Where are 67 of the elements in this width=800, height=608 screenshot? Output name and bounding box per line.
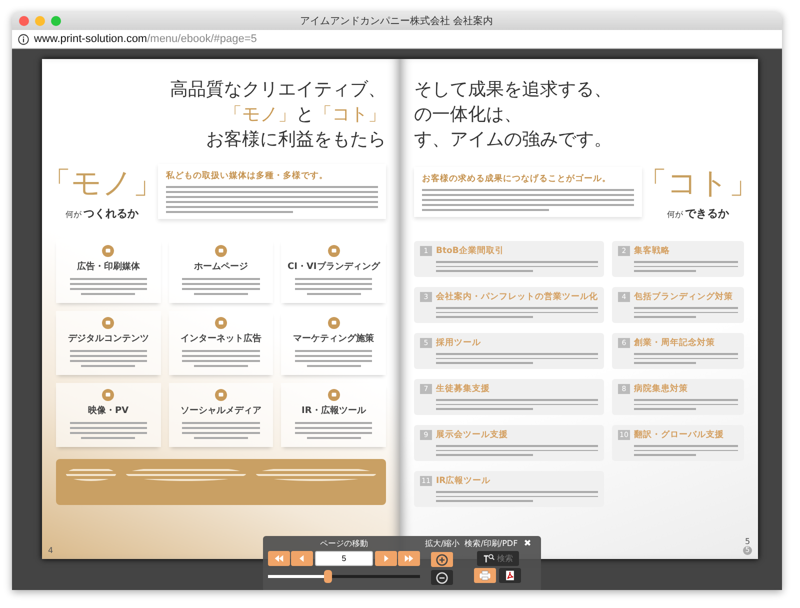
strength-title: 採用ツール xyxy=(436,337,481,349)
headline: そして成果を追求する、 の一体化は、 す、アイムの強みです。 xyxy=(414,78,613,152)
address-bar[interactable]: www.print-solution.com/menu/ebook/#page=5 xyxy=(12,30,782,49)
strength-title: 集客戦略 xyxy=(634,245,670,257)
text-search-icon xyxy=(482,554,495,563)
last-page-button[interactable] xyxy=(398,551,420,566)
question-text: 何が できるか xyxy=(667,206,729,221)
double-right-icon xyxy=(404,554,414,563)
headline: 高品質なクリエイティブ、 「モノ」と「コト」 お客様に利益をもたら xyxy=(169,78,386,152)
square-in-circle-icon xyxy=(100,317,116,329)
lead-title: お客様の求める成果につなげることがゴール。 xyxy=(422,172,612,184)
page-number-field[interactable]: 5 xyxy=(315,551,373,566)
pdf-document-icon xyxy=(504,570,516,581)
double-left-icon xyxy=(274,554,284,563)
zoom-out-button[interactable] xyxy=(431,570,454,585)
strength-title: 翻訳・グローバル支援 xyxy=(634,429,724,441)
square-in-circle-icon xyxy=(100,389,116,401)
strength-title: 病院集患対策 xyxy=(634,383,688,395)
square-in-circle-icon xyxy=(100,245,116,257)
service-title: マーケティング施策 xyxy=(293,332,374,345)
strength-title: IR広報ツール xyxy=(436,475,491,487)
plus-circle-icon xyxy=(436,554,448,566)
service-title: CI・VIブランディング xyxy=(288,260,380,273)
slider-handle[interactable] xyxy=(324,570,332,583)
strength-title: 包括ブランディング対策 xyxy=(634,291,733,303)
zoom-in-button[interactable] xyxy=(431,552,454,567)
printer-icon xyxy=(479,570,492,581)
service-title: ホームページ xyxy=(194,261,248,273)
page-slider[interactable] xyxy=(268,570,420,583)
first-page-button[interactable] xyxy=(268,551,290,566)
close-window-button[interactable] xyxy=(19,16,29,26)
service-title: インターネット広告 xyxy=(180,332,262,345)
square-in-circle-icon xyxy=(212,317,229,329)
url-text: www.print-solution.com/menu/ebook/#page=5 xyxy=(34,33,257,45)
strength-title: 創業・周年記念対策 xyxy=(634,337,715,349)
service-title: 広告・印刷媒体 xyxy=(76,260,140,273)
info-icon[interactable] xyxy=(18,34,29,44)
big-word: 「モノ」 xyxy=(41,165,163,203)
text-lines-drawing xyxy=(66,467,116,481)
toolbar-label: 検索/印刷/PDF xyxy=(464,539,518,549)
square-in-circle-icon xyxy=(212,245,229,257)
print-button[interactable] xyxy=(474,568,496,583)
service-title: ソーシャルメディア xyxy=(180,405,262,417)
strength-title: 会社案内・パンフレットの営業ツール化 xyxy=(436,291,598,303)
question-text: 何が つくれるか xyxy=(66,206,138,221)
page-number: 5 xyxy=(744,537,750,546)
strength-title: 展示会ツール支援 xyxy=(436,429,508,441)
square-in-circle-icon xyxy=(326,317,342,329)
lead-title: 私どもの取扱い媒体は多種・多様です。 xyxy=(166,170,329,182)
service-title: デジタルコンテンツ xyxy=(68,333,149,345)
square-in-circle-icon xyxy=(326,389,342,401)
strength-title: BtoB企業間取引 xyxy=(436,245,504,257)
next-page-button[interactable] xyxy=(375,551,397,566)
service-title: IR・広報ツール xyxy=(302,404,366,417)
minus-circle-icon xyxy=(436,572,448,584)
page-number: 4 xyxy=(48,546,54,555)
square-in-circle-icon xyxy=(212,389,229,401)
previous-page-button[interactable] xyxy=(291,551,313,566)
close-toolbar-button[interactable]: ✖ xyxy=(524,539,532,549)
toolbar-label: 拡大/縮小 xyxy=(425,539,460,549)
strength-title: 生徒募集支援 xyxy=(436,383,490,395)
toolbar-label: ページの移動 xyxy=(320,539,368,549)
big-word: 「コト」 xyxy=(637,165,759,203)
service-title: 映像・PV xyxy=(88,404,129,417)
window-title: アイムアンドカンパニー株式会社 会社案内 xyxy=(298,14,494,28)
square-in-circle-icon xyxy=(326,245,342,257)
pdf-button[interactable] xyxy=(499,568,522,583)
